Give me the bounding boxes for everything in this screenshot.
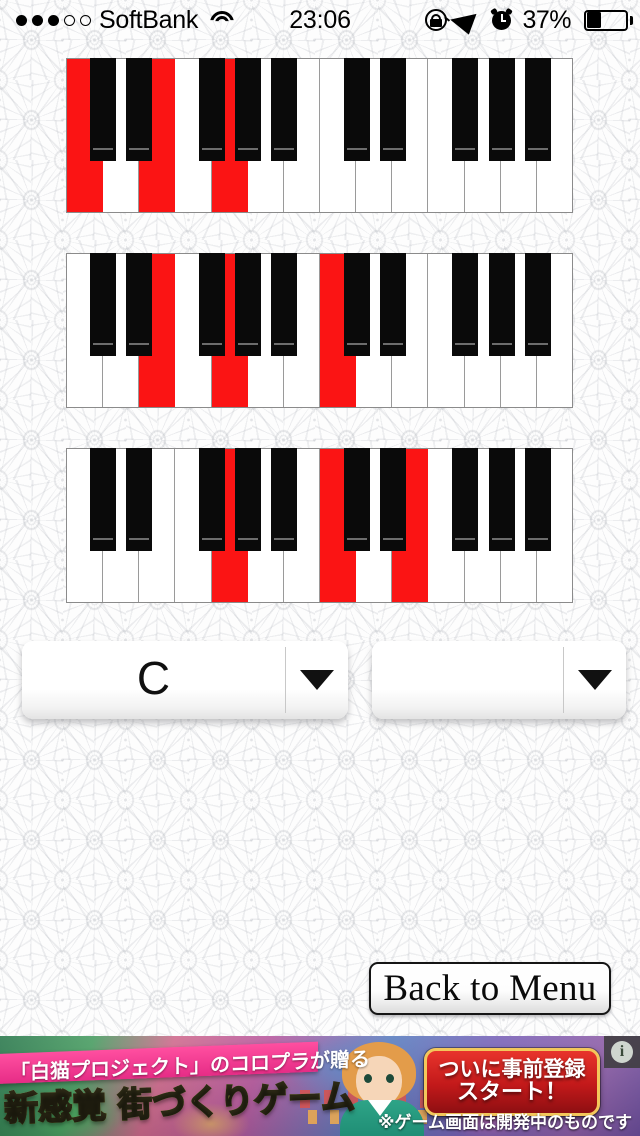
white-key-6[interactable] — [247, 254, 284, 407]
white-key-9[interactable] — [356, 59, 393, 212]
white-key-11[interactable] — [428, 254, 465, 407]
white-key-14[interactable] — [536, 59, 572, 212]
white-key-13[interactable] — [500, 449, 537, 602]
white-key-14[interactable] — [536, 449, 572, 602]
ad-cta-line1: ついに事前登録 — [438, 1056, 586, 1081]
info-icon[interactable]: i — [604, 1036, 640, 1068]
status-bar: SoftBank 23:06 37% — [0, 0, 640, 40]
white-key-3[interactable] — [139, 59, 176, 212]
rotation-lock-icon — [425, 9, 451, 31]
chord-quality-value — [372, 678, 563, 682]
white-key-4[interactable] — [175, 254, 212, 407]
white-key-5[interactable] — [211, 59, 248, 212]
white-key-10[interactable] — [392, 449, 429, 602]
white-key-1[interactable] — [67, 254, 104, 407]
white-key-11[interactable] — [428, 59, 465, 212]
white-key-13[interactable] — [500, 59, 537, 212]
back-to-menu-button[interactable]: Back to Menu — [369, 962, 611, 1015]
white-key-8[interactable] — [319, 254, 357, 407]
white-key-9[interactable] — [356, 254, 393, 407]
piano-keyboard-second-inversion[interactable] — [66, 448, 573, 603]
piano-keyboard-first-inversion[interactable] — [66, 253, 573, 408]
white-key-4[interactable] — [175, 449, 212, 602]
white-key-11[interactable] — [428, 449, 465, 602]
ad-cta-badge[interactable]: ついに事前登録 スタート！ — [424, 1048, 600, 1116]
white-keys — [67, 59, 572, 212]
ad-cta-line2: スタート！ — [456, 1080, 567, 1106]
white-key-3[interactable] — [139, 449, 176, 602]
white-key-6[interactable] — [247, 449, 284, 602]
white-key-13[interactable] — [500, 254, 537, 407]
white-key-8[interactable] — [319, 59, 357, 212]
white-key-10[interactable] — [392, 254, 429, 407]
chord-quality-select[interactable] — [372, 641, 626, 719]
white-keys — [67, 449, 572, 602]
white-key-12[interactable] — [464, 254, 501, 407]
white-key-5[interactable] — [211, 254, 248, 407]
white-key-9[interactable] — [356, 449, 393, 602]
white-key-3[interactable] — [139, 254, 176, 407]
white-key-6[interactable] — [247, 59, 284, 212]
white-key-7[interactable] — [283, 254, 320, 407]
app-root: SoftBank 23:06 37% C Back to Menu 「白猫プロジ… — [0, 0, 640, 1136]
root-note-value: C — [136, 652, 171, 704]
white-key-4[interactable] — [175, 59, 212, 212]
white-key-2[interactable] — [103, 254, 140, 407]
white-key-2[interactable] — [103, 59, 140, 212]
white-key-8[interactable] — [319, 449, 357, 602]
piano-keyboard-root-position[interactable] — [66, 58, 573, 213]
battery-icon — [584, 9, 633, 31]
info-icon-label: i — [611, 1041, 633, 1063]
ad-banner[interactable]: 「白猫プロジェクト」のコロプラが贈る 新感覚 街づくりゲーム ついに事前登録 ス… — [0, 1036, 640, 1136]
white-key-1[interactable] — [67, 59, 104, 212]
status-bar-clock: 23:06 — [289, 5, 351, 34]
root-note-select[interactable]: C — [22, 641, 348, 719]
white-key-10[interactable] — [392, 59, 429, 212]
white-keys — [67, 254, 572, 407]
white-key-12[interactable] — [464, 449, 501, 602]
white-key-2[interactable] — [103, 449, 140, 602]
ad-disclaimer: ※ゲーム画面は開発中のものです — [377, 1113, 632, 1133]
white-key-7[interactable] — [283, 449, 320, 602]
chevron-down-icon[interactable] — [286, 670, 348, 690]
white-key-7[interactable] — [283, 59, 320, 212]
white-key-12[interactable] — [464, 59, 501, 212]
alarm-clock-icon — [490, 7, 514, 31]
white-key-5[interactable] — [211, 449, 248, 602]
white-key-14[interactable] — [536, 254, 572, 407]
white-key-1[interactable] — [67, 449, 104, 602]
chevron-down-icon[interactable] — [564, 670, 626, 690]
